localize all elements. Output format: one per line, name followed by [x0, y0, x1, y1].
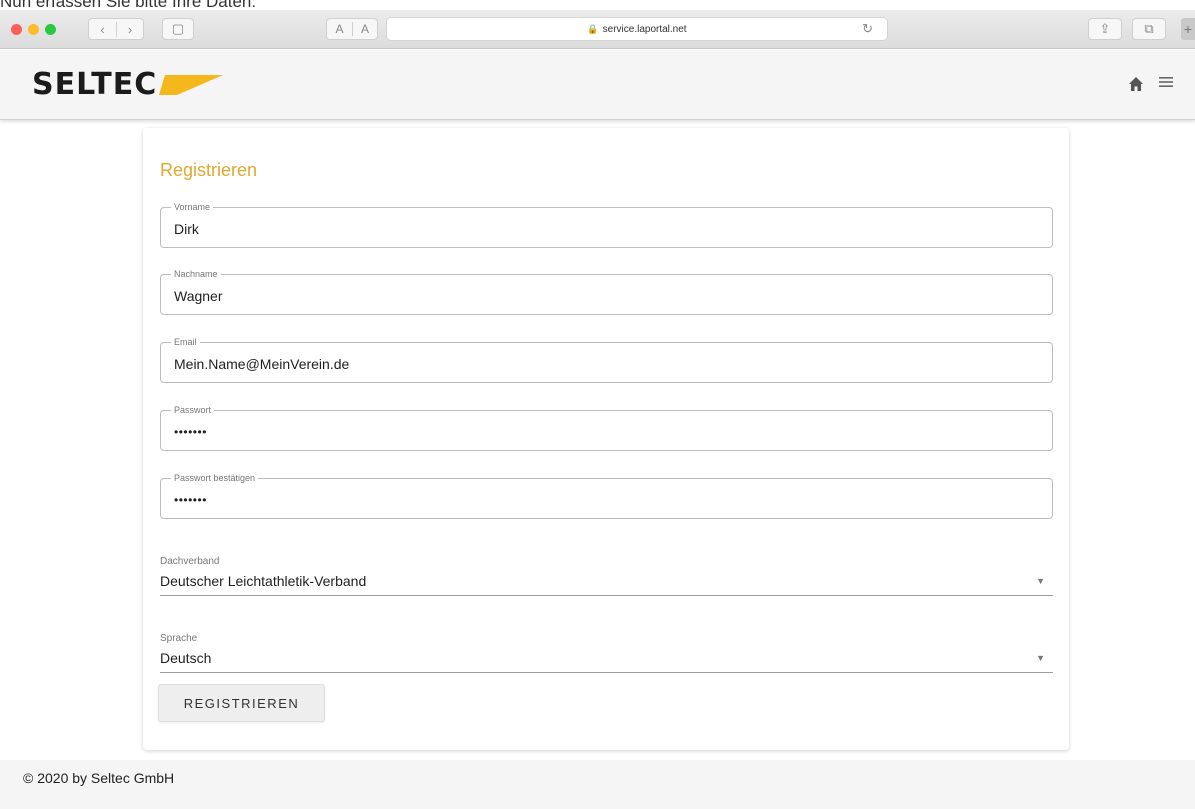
text-smaller-button[interactable]: A: [327, 22, 352, 36]
logo-arrow-icon: [159, 75, 224, 95]
sidebar-toggle-button[interactable]: ▢: [162, 18, 194, 40]
address-bar[interactable]: 🔒 service.laportal.net ↻: [386, 17, 888, 41]
minimize-window-button[interactable]: [28, 24, 39, 35]
email-label: Email: [171, 337, 200, 348]
back-icon[interactable]: ‹: [89, 22, 116, 37]
footer-copyright: © 2020 by Seltec GmbH: [23, 770, 175, 786]
email-field[interactable]: Email Mein.Name@MeinVerein.de: [160, 337, 1053, 383]
close-window-button[interactable]: [11, 24, 22, 35]
share-button[interactable]: ⇪: [1088, 18, 1122, 40]
home-icon[interactable]: [1128, 76, 1144, 97]
new-tab-button[interactable]: +: [1181, 18, 1195, 40]
text-size-buttons: A A: [326, 18, 378, 40]
language-label: Sprache: [160, 633, 198, 644]
firstname-value: Dirk: [174, 221, 199, 237]
federation-select[interactable]: Dachverband Deutscher Leichtathletik-Ver…: [160, 556, 1053, 596]
seltec-logo[interactable]: SELTEC: [32, 66, 224, 102]
registration-card: Registrieren Vorname Dirk Nachname Wagne…: [143, 128, 1069, 750]
plus-icon: +: [1183, 21, 1193, 37]
password-confirm-field[interactable]: Passwort bestätigen •••••••: [160, 473, 1053, 519]
lastname-label: Nachname: [171, 269, 221, 280]
password-value: •••••••: [174, 425, 207, 439]
lock-icon: 🔒: [587, 23, 599, 34]
register-button[interactable]: REGISTRIEREN: [158, 684, 325, 722]
address-url: service.laportal.net: [602, 23, 687, 35]
lastname-field[interactable]: Nachname Wagner: [160, 269, 1053, 315]
lastname-value: Wagner: [174, 288, 223, 304]
sidebar-icon: ▢: [171, 21, 185, 36]
firstname-field[interactable]: Vorname Dirk: [160, 202, 1053, 248]
text-larger-button[interactable]: A: [352, 22, 377, 36]
email-value: Mein.Name@MeinVerein.de: [174, 356, 350, 372]
logo-text: SELTEC: [32, 66, 158, 102]
zoom-window-button[interactable]: [45, 24, 56, 35]
app-header: SELTEC: [0, 50, 1195, 120]
page-footer: © 2020 by Seltec GmbH: [0, 760, 1195, 809]
form-title: Registrieren: [160, 160, 258, 180]
share-icon: ⇪: [1099, 21, 1111, 36]
nav-buttons: ‹ ›: [88, 18, 144, 40]
tabs-button[interactable]: ⧉: [1132, 18, 1166, 40]
language-value: Deutsch: [160, 650, 212, 666]
firstname-label: Vorname: [171, 202, 214, 213]
browser-toolbar: ‹ › ▢ A A 🔒 service.laportal.net ↻ ⇪ ⧉ +: [0, 10, 1195, 49]
chevron-down-icon: ▼: [1036, 653, 1045, 663]
chevron-down-icon: ▼: [1036, 576, 1045, 586]
password-label: Passwort: [171, 405, 215, 416]
reload-icon[interactable]: ↻: [862, 21, 873, 37]
tabs-icon: ⧉: [1144, 21, 1154, 36]
forward-icon[interactable]: ›: [116, 21, 143, 37]
language-select[interactable]: Sprache Deutsch ▼: [160, 633, 1053, 673]
menu-icon[interactable]: [1158, 73, 1174, 96]
password-confirm-label: Passwort bestätigen: [171, 473, 259, 484]
password-field[interactable]: Passwort •••••••: [160, 405, 1053, 451]
page-caption: Nun erfassen Sie bitte Ihre Daten:: [0, 0, 257, 11]
password-confirm-value: •••••••: [174, 493, 207, 507]
federation-value: Deutscher Leichtathletik-Verband: [160, 573, 367, 589]
federation-label: Dachverband: [160, 556, 220, 567]
